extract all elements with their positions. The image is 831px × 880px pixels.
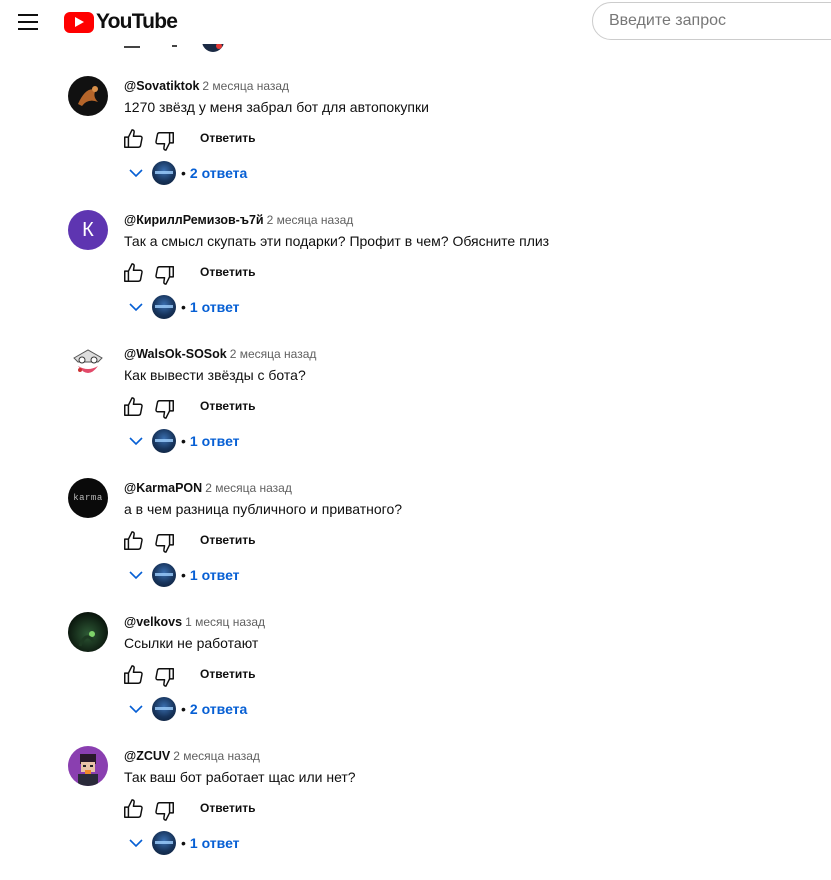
dislike-icon[interactable] <box>154 264 176 286</box>
like-icon[interactable] <box>122 664 144 686</box>
youtube-logo[interactable]: YouTube <box>64 10 178 34</box>
comment-thread: karma @KarmaPON 2 месяца назад а в чем ра… <box>0 478 831 612</box>
logo-text: YouTube <box>96 10 178 33</box>
like-icon[interactable] <box>122 262 144 284</box>
comment-thread: К @КириллРемизов-ъ7й 2 месяца назад Так а… <box>0 210 831 344</box>
avatar[interactable] <box>68 612 108 652</box>
avatar-letter: К <box>82 218 94 241</box>
reply-button[interactable]: Ответить <box>200 399 255 413</box>
comment-time[interactable]: 2 месяца назад <box>205 481 292 495</box>
comment-author[interactable]: @ZCUV <box>124 749 170 763</box>
avatar[interactable]: karma <box>68 478 108 518</box>
comment-text: 1270 звёзд у меня забрал бот для автопок… <box>124 99 429 115</box>
chevron-down-icon <box>129 571 143 580</box>
creator-avatar <box>152 429 176 453</box>
view-replies-button[interactable]: • 1 ответ <box>128 562 240 588</box>
comment-text: а в чем разница публичного и приватного? <box>124 501 403 517</box>
comment-time[interactable]: 2 месяца назад <box>230 347 317 361</box>
youtube-play-icon <box>64 11 94 33</box>
view-replies-button[interactable]: • 1 ответ <box>128 294 240 320</box>
dislike-icon[interactable] <box>154 532 176 554</box>
comment-text: Так ваш бот работает щас или нет? <box>124 769 356 785</box>
view-replies-button[interactable]: • 2 ответа <box>128 160 247 186</box>
creator-avatar <box>152 563 176 587</box>
dislike-icon[interactable] <box>154 398 176 420</box>
comment-thread: @ZCUV 2 месяца назад Так ваш бот работает… <box>0 746 831 880</box>
comment-thread: @velkovs 1 месяц назад Ссылки не работают… <box>0 612 831 746</box>
comment-text: Как вывести звёзды с бота? <box>124 367 306 383</box>
replies-count: 1 ответ <box>189 567 240 583</box>
like-icon[interactable] <box>122 530 144 552</box>
comment-author[interactable]: @КириллРемизов-ъ7й <box>124 213 264 227</box>
replies-count: 1 ответ <box>189 433 240 449</box>
creator-avatar <box>152 697 176 721</box>
reply-button[interactable]: Ответить <box>200 801 255 815</box>
dislike-icon[interactable] <box>154 666 176 688</box>
creator-avatar <box>152 831 176 855</box>
like-icon[interactable] <box>122 396 144 418</box>
view-replies-button[interactable]: • 2 ответа <box>128 696 247 722</box>
chevron-down-icon <box>129 705 143 714</box>
comment-time[interactable]: 2 месяца назад <box>267 213 354 227</box>
replies-count: 1 ответ <box>189 299 240 315</box>
reply-button[interactable]: Ответить <box>200 533 255 547</box>
dislike-icon[interactable] <box>154 130 176 152</box>
reply-button[interactable]: Ответить <box>200 131 255 145</box>
comment-time[interactable]: 2 месяца назад <box>202 79 289 93</box>
like-icon[interactable] <box>122 798 144 820</box>
avatar[interactable] <box>68 344 108 384</box>
comment-author[interactable]: @velkovs <box>124 615 182 629</box>
reply-button[interactable]: Ответить <box>200 265 255 279</box>
comment-time[interactable]: 1 месяц назад <box>185 615 265 629</box>
chevron-down-icon <box>129 303 143 312</box>
avatar[interactable]: К <box>68 210 108 250</box>
comment-text: Так а смысл скупать эти подарки? Профит … <box>124 233 550 249</box>
comment-author[interactable]: @Sovatiktok <box>124 79 199 93</box>
replies-count: 1 ответ <box>189 835 240 851</box>
replies-count: 2 ответа <box>189 701 248 717</box>
avatar[interactable] <box>68 76 108 116</box>
top-bar: YouTube <box>0 0 831 44</box>
menu-icon[interactable] <box>18 14 38 30</box>
dislike-icon[interactable] <box>154 800 176 822</box>
search-input[interactable] <box>592 2 831 40</box>
comment-author[interactable]: @WalsOk-SOSok <box>124 347 227 361</box>
avatar-logo-text: karma <box>73 493 103 503</box>
view-replies-button[interactable]: • 1 ответ <box>128 428 240 454</box>
like-icon[interactable] <box>122 128 144 150</box>
creator-avatar <box>152 161 176 185</box>
comment-thread: @Sovatiktok 2 месяца назад 1270 звёзд у м… <box>0 76 831 210</box>
creator-avatar <box>152 295 176 319</box>
avatar[interactable] <box>68 746 108 786</box>
chevron-down-icon <box>129 839 143 848</box>
reply-button[interactable]: Ответить <box>200 667 255 681</box>
chevron-down-icon <box>129 437 143 446</box>
comment-author[interactable]: @KarmaPON <box>124 481 202 495</box>
view-replies-button[interactable]: • 1 ответ <box>128 830 240 856</box>
comment-thread: @WalsOk-SOSok 2 месяца назад Как вывести … <box>0 344 831 478</box>
comment-text: Ссылки не работают <box>124 635 259 651</box>
comment-time[interactable]: 2 месяца назад <box>173 749 260 763</box>
chevron-down-icon <box>129 169 143 178</box>
replies-count: 2 ответа <box>189 165 248 181</box>
